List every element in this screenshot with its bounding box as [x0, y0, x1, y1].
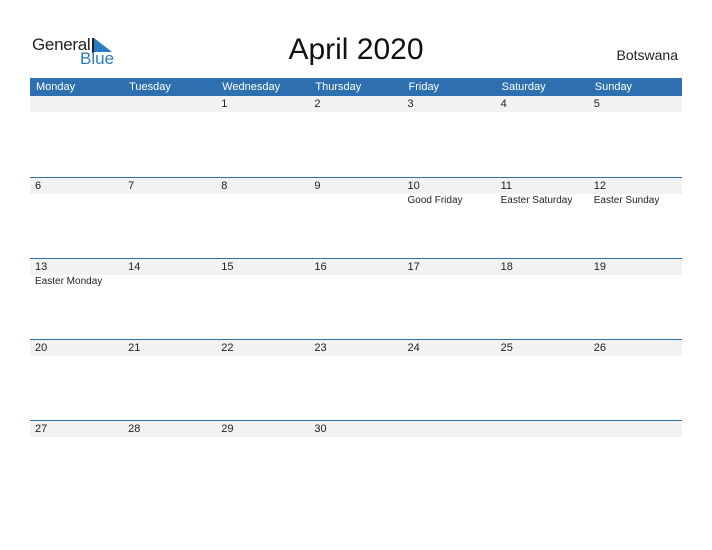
- day-number: 25: [500, 342, 513, 354]
- holiday-label: Easter Sunday: [593, 195, 660, 206]
- day-number: 21: [128, 342, 141, 354]
- country-label: Botswana: [616, 47, 678, 63]
- weekday-header: Monday Tuesday Wednesday Thursday Friday Satu…: [30, 78, 682, 96]
- holiday-label: [589, 275, 682, 289]
- day-number: [30, 96, 123, 112]
- day-number: [589, 421, 682, 437]
- holiday-label: [216, 194, 309, 208]
- day-number: [496, 421, 589, 437]
- day-number: [403, 421, 496, 437]
- day-number: 12: [593, 180, 606, 192]
- week-row: 27 28 29 30: [30, 420, 682, 501]
- weekday-saturday: Saturday: [501, 81, 546, 93]
- day-number: 30: [314, 423, 327, 435]
- day-number: 11: [500, 180, 513, 192]
- calendar-grid: Monday Tuesday Wednesday Thursday Friday Satu…: [30, 78, 682, 501]
- day-number: 17: [407, 261, 420, 273]
- day-number: 2: [314, 98, 321, 110]
- date-strip: 13 14 15 16 17 18 19: [30, 259, 682, 275]
- weekday-monday: Monday: [36, 81, 76, 93]
- day-number: 26: [593, 342, 606, 354]
- day-number: 14: [128, 261, 141, 273]
- weekday-sunday: Sunday: [594, 81, 633, 93]
- day-number: 1: [221, 98, 228, 110]
- day-number: 4: [500, 98, 507, 110]
- holiday-label: [216, 275, 309, 289]
- event-row: Easter Monday: [30, 275, 682, 289]
- day-number: 16: [314, 261, 327, 273]
- holiday-label: Good Friday: [407, 195, 463, 206]
- day-number: 23: [314, 342, 327, 354]
- holiday-label: [123, 275, 216, 289]
- day-number: 18: [500, 261, 513, 273]
- day-number: 22: [221, 342, 234, 354]
- holiday-label: [403, 275, 496, 289]
- day-number: 3: [407, 98, 414, 110]
- holiday-label: [123, 194, 216, 208]
- date-strip: 20 21 22 23 24 25 26: [30, 340, 682, 356]
- holiday-label: Easter Saturday: [500, 195, 573, 206]
- weekday-wednesday: Wednesday: [222, 81, 281, 93]
- event-row: Good Friday Easter Saturday Easter Sunday: [30, 194, 682, 208]
- calendar-title: April 2020: [288, 33, 424, 66]
- week-row: 1 2 3 4 5: [30, 96, 682, 177]
- day-number: 28: [128, 423, 141, 435]
- day-number: 10: [407, 180, 420, 192]
- day-number: 13: [35, 261, 48, 273]
- holiday-label: [309, 194, 402, 208]
- weekday-thursday: Thursday: [315, 81, 362, 93]
- date-strip: 1 2 3 4 5: [30, 96, 682, 112]
- day-number: 24: [407, 342, 420, 354]
- day-number: 6: [35, 180, 42, 192]
- day-number: 8: [221, 180, 228, 192]
- weekday-tuesday: Tuesday: [129, 81, 171, 93]
- date-strip: 6 7 8 9 10 11 12: [30, 178, 682, 194]
- day-number: 29: [221, 423, 234, 435]
- day-number: 5: [593, 98, 600, 110]
- week-row: 20 21 22 23 24 25 26: [30, 339, 682, 420]
- week-row: 6 7 8 9 10 11 12 Good Friday Easter Saturday East…: [30, 177, 682, 258]
- day-number: 20: [35, 342, 48, 354]
- week-row: 13 14 15 16 17 18 19 Easter Monday: [30, 258, 682, 339]
- day-number: [123, 96, 216, 112]
- holiday-label: Easter Monday: [35, 276, 103, 287]
- day-number: 15: [221, 261, 234, 273]
- date-strip: 27 28 29 30: [30, 421, 682, 437]
- day-number: 19: [593, 261, 606, 273]
- day-number: 27: [35, 423, 48, 435]
- holiday-label: [309, 275, 402, 289]
- day-number: 7: [128, 180, 135, 192]
- day-number: 9: [314, 180, 321, 192]
- holiday-label: [30, 194, 123, 208]
- weekday-friday: Friday: [408, 81, 440, 93]
- holiday-label: [496, 275, 589, 289]
